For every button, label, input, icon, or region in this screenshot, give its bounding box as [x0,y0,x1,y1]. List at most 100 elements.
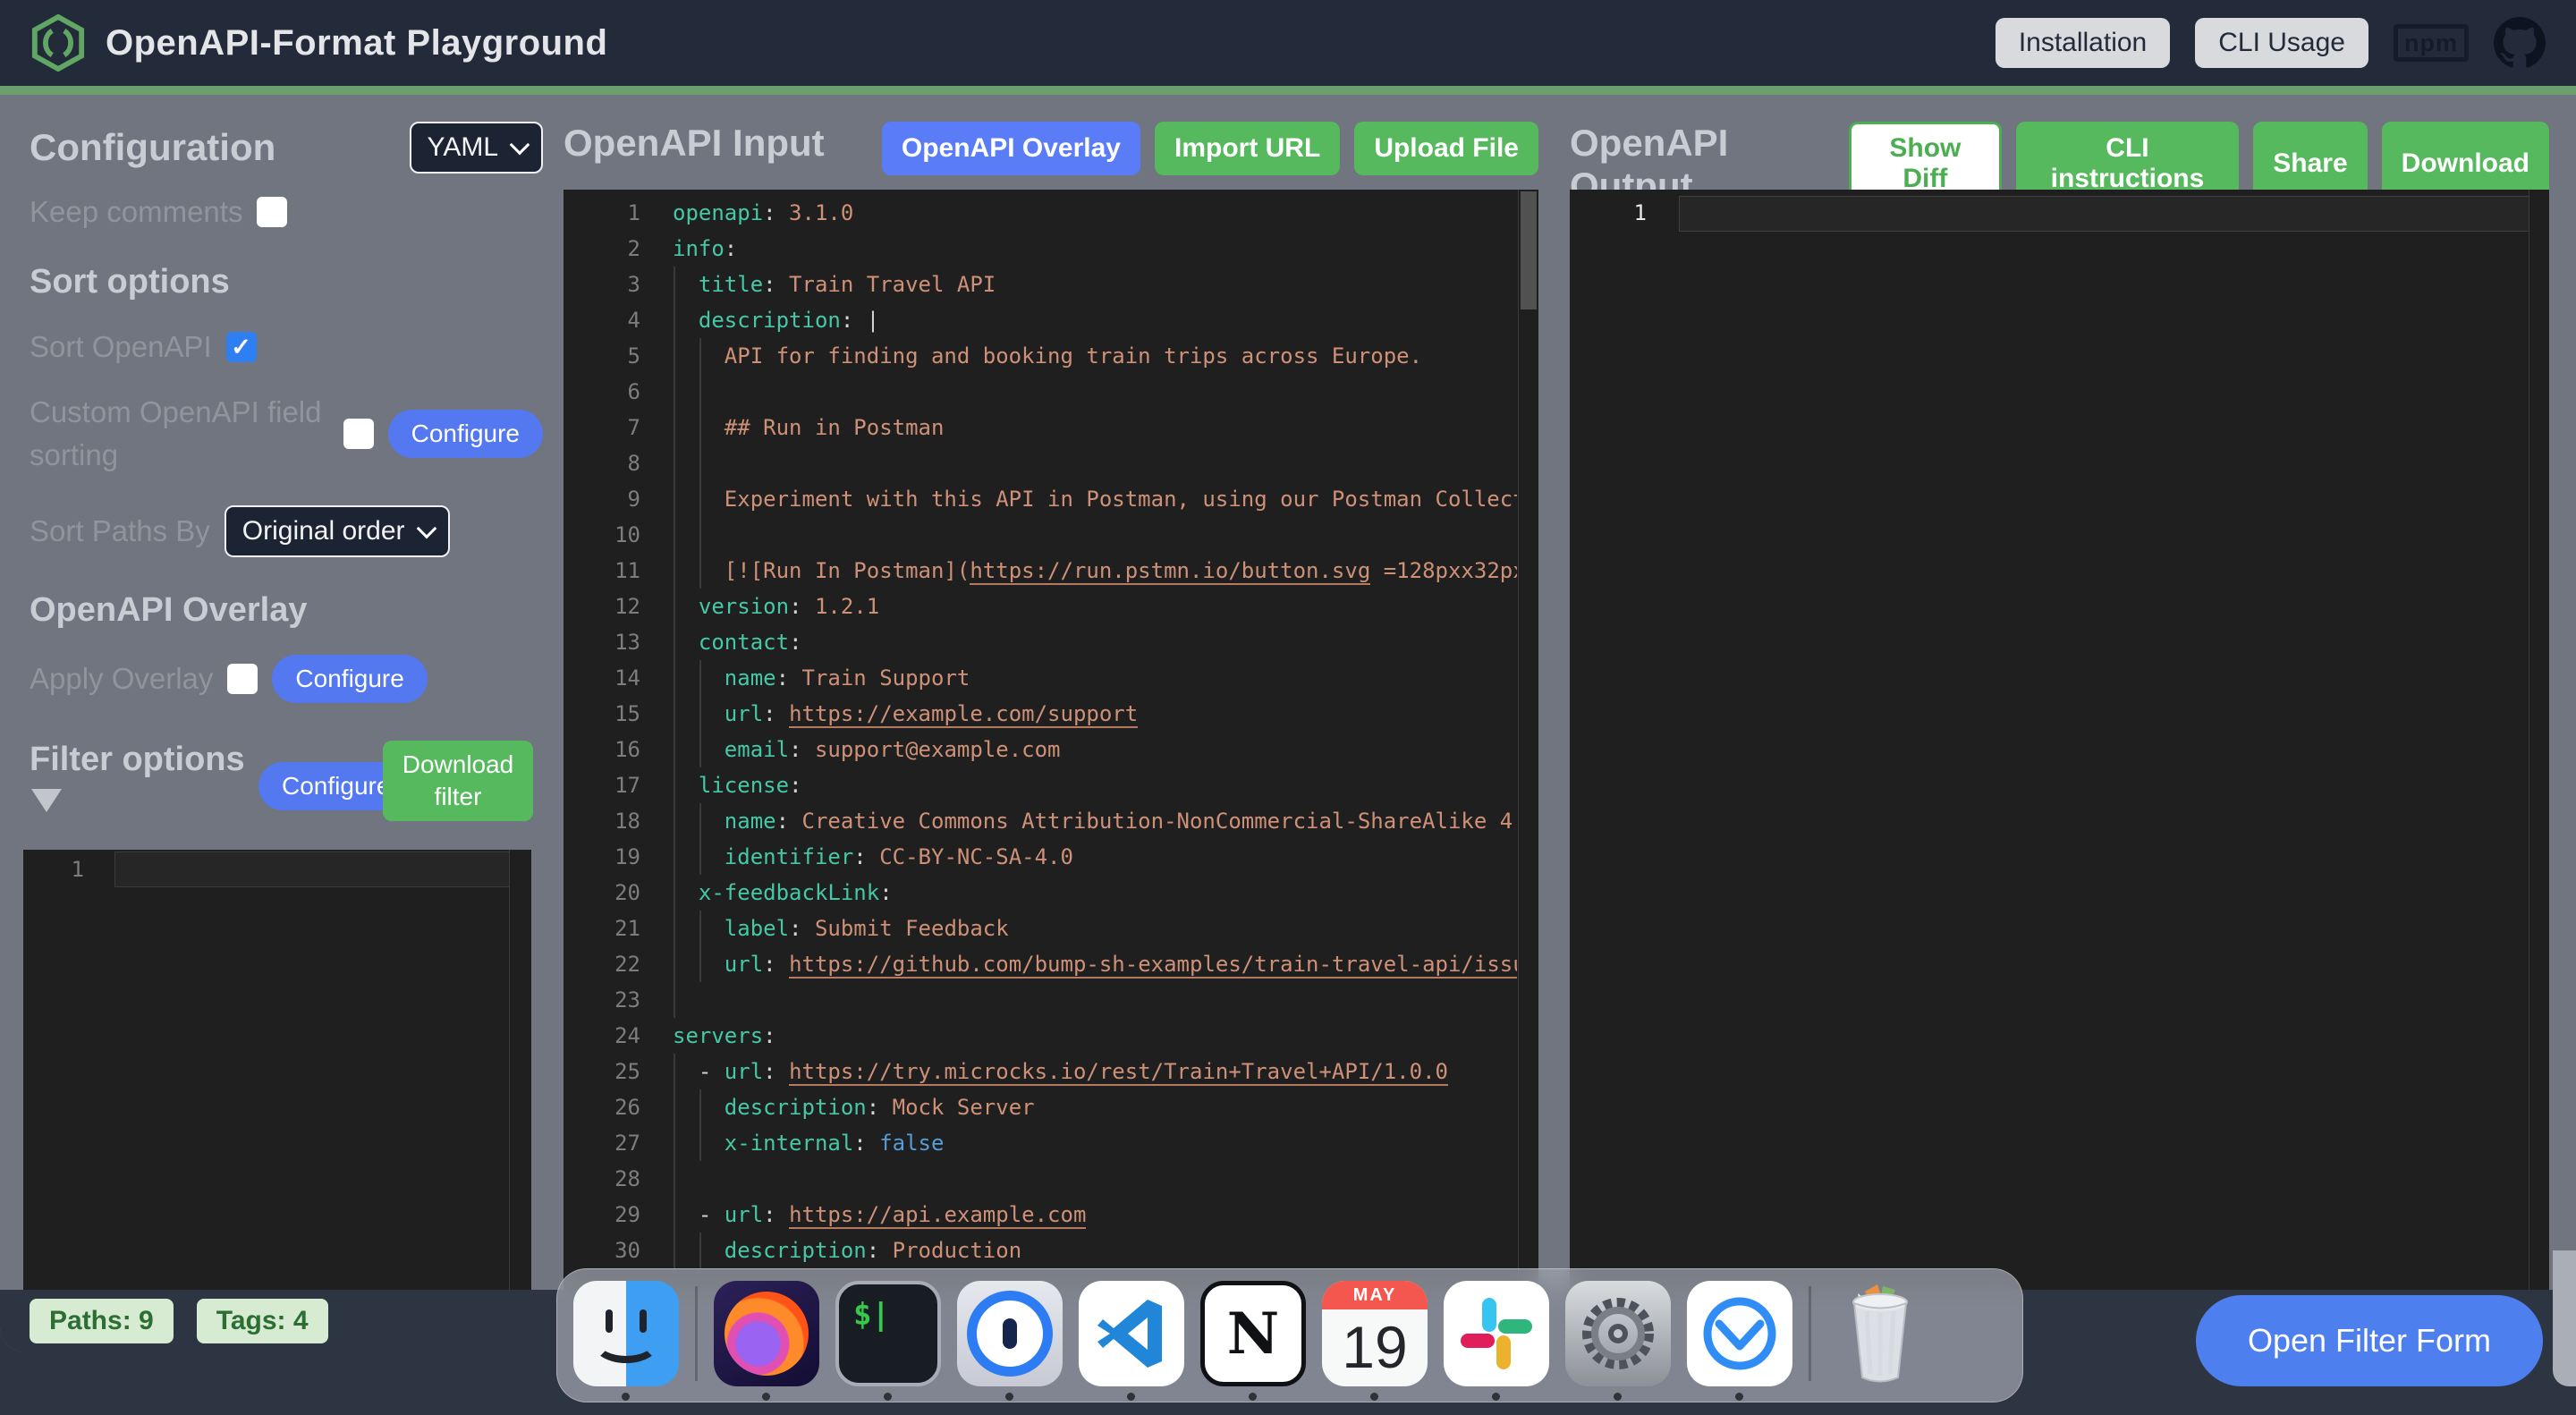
apply-overlay-checkbox[interactable] [227,664,258,694]
app-window: OpenAPI-Format Playground Installation C… [0,0,2576,1352]
openapi-format-logo-icon [30,14,86,72]
code-line: 12 version: 1.2.1 [564,589,1538,624]
sort-openapi-label: Sort OpenAPI [30,330,212,364]
code-line: 28 [564,1161,1538,1197]
dock-notion[interactable]: N [1200,1281,1306,1401]
sort-options-title: Sort options [30,263,543,301]
installation-button[interactable]: Installation [1996,18,2170,68]
input-title: OpenAPI Input [564,122,825,165]
sidebar: Configuration YAML Keep comments Sort op… [30,122,543,1352]
open-filter-form-button[interactable]: Open Filter Form [2196,1295,2543,1386]
dock-slack[interactable] [1444,1281,1549,1401]
format-select[interactable]: YAML [410,122,543,174]
desktop-edge [2553,1250,2576,1386]
dock-mail[interactable] [1687,1281,1792,1401]
code-line: 3 title: Train Travel API [564,267,1538,302]
dock-firefox[interactable] [714,1281,819,1401]
filter-editor[interactable]: 1 [23,850,531,1352]
code-line: 2info: [564,231,1538,267]
custom-sort-configure-button[interactable]: Configure [388,410,543,458]
dock-trash[interactable] [1827,1281,1933,1401]
apply-overlay-configure-button[interactable]: Configure [272,655,427,703]
dock-separator [1809,1286,1811,1381]
dock-settings[interactable] [1565,1281,1671,1401]
output-column: OpenAPI Output Show Diff CLI instruction… [1570,122,2549,1345]
trash-icon [1827,1281,1933,1386]
notion-icon: N [1200,1281,1306,1386]
download-filter-button[interactable]: Download filter [383,741,533,821]
dock-terminal[interactable]: $| [835,1281,941,1401]
app-header: OpenAPI-Format Playground Installation C… [0,0,2576,86]
openapi-overlay-button[interactable]: OpenAPI Overlay [882,122,1140,175]
code-line: 9 Experiment with this API in Postman, u… [564,481,1538,517]
code-line: 11 [![Run In Postman](https://run.pstmn.… [564,553,1538,589]
code-line: 6 [564,374,1538,410]
import-url-button[interactable]: Import URL [1155,122,1340,175]
terminal-icon: $| [835,1281,941,1386]
code-line: 26 description: Mock Server [564,1089,1538,1125]
macos-dock: $| N MAY 19 [556,1268,2023,1402]
input-editor-scrollbar-thumb[interactable] [1521,191,1537,309]
code-line: 29 - url: https://api.example.com [564,1197,1538,1233]
keep-comments-checkbox[interactable] [257,197,287,227]
code-line: 14 name: Train Support [564,660,1538,696]
filter-editor-active-line [114,852,510,887]
input-editor-scrollbar[interactable] [1518,190,1538,1345]
sort-paths-select[interactable]: Original order [225,505,450,557]
settings-gear-icon [1565,1281,1671,1386]
code-line: 20 x-feedbackLink: [564,875,1538,911]
code-line: 19 identifier: CC-BY-NC-SA-4.0 [564,839,1538,875]
custom-sort-checkbox[interactable] [343,419,374,449]
overlay-title: OpenAPI Overlay [30,591,543,630]
sort-paths-by-label: Sort Paths By [30,514,210,548]
custom-sort-label: Custom OpenAPI field sorting [30,391,329,477]
slack-icon [1444,1281,1549,1386]
dock-1password[interactable] [957,1281,1063,1401]
code-line: 15 url: https://example.com/support [564,696,1538,732]
sort-openapi-checkbox[interactable] [226,332,257,362]
firefox-icon [714,1281,819,1386]
keep-comments-label: Keep comments [30,195,242,229]
dock-calendar[interactable]: MAY 19 [1322,1281,1428,1401]
calendar-icon: MAY 19 [1322,1281,1428,1386]
input-editor[interactable]: 1openapi: 3.1.02info:3 title: Train Trav… [564,190,1538,1345]
header-accent-rule [0,86,2576,95]
code-line: 22 url: https://github.com/bump-sh-examp… [564,946,1538,982]
dock-separator [695,1286,698,1381]
filter-editor-scrollbar[interactable] [509,850,531,1352]
output-editor[interactable]: 1 [1570,190,2549,1345]
dock-vscode[interactable] [1079,1281,1184,1401]
calendar-day: 19 [1322,1309,1428,1385]
code-line: 4 description: | [564,302,1538,338]
tags-count-badge: Tags: 4 [197,1299,328,1343]
configuration-title: Configuration [30,126,275,169]
code-line: 17 license: [564,767,1538,803]
code-line: 30 description: Production [564,1233,1538,1268]
dock-finder[interactable] [573,1281,679,1401]
code-line: 27 x-internal: false [564,1125,1538,1161]
code-line: 5 API for finding and booking train trip… [564,338,1538,374]
code-line: 10 [564,517,1538,553]
github-icon[interactable] [2494,17,2546,69]
cli-usage-button[interactable]: CLI Usage [2195,18,2368,68]
code-line: 7 ## Run in Postman [564,410,1538,445]
chevron-down-icon [416,518,436,538]
chevron-down-icon [510,134,530,155]
code-line: 25 - url: https://try.microcks.io/rest/T… [564,1054,1538,1089]
collapse-triangle-icon[interactable] [31,789,62,812]
input-editor-lines: 1openapi: 3.1.02info:3 title: Train Trav… [564,195,1538,1345]
upload-file-button[interactable]: Upload File [1354,122,1538,175]
input-column: OpenAPI Input OpenAPI Overlay Import URL… [564,122,1538,1345]
1password-icon [957,1281,1063,1386]
code-line: 18 name: Creative Commons Attribution-No… [564,803,1538,839]
code-line: 8 [564,445,1538,481]
code-line: 23 [564,982,1538,1018]
mail-icon [1687,1281,1792,1386]
header-actions: Installation CLI Usage npm [1996,17,2546,69]
paths-count-badge: Paths: 9 [30,1299,174,1343]
code-line: 1openapi: 3.1.0 [564,195,1538,231]
finder-icon [573,1281,679,1386]
apply-overlay-label: Apply Overlay [30,662,213,696]
output-editor-scrollbar[interactable] [2529,190,2549,1345]
npm-icon[interactable]: npm [2394,24,2469,62]
